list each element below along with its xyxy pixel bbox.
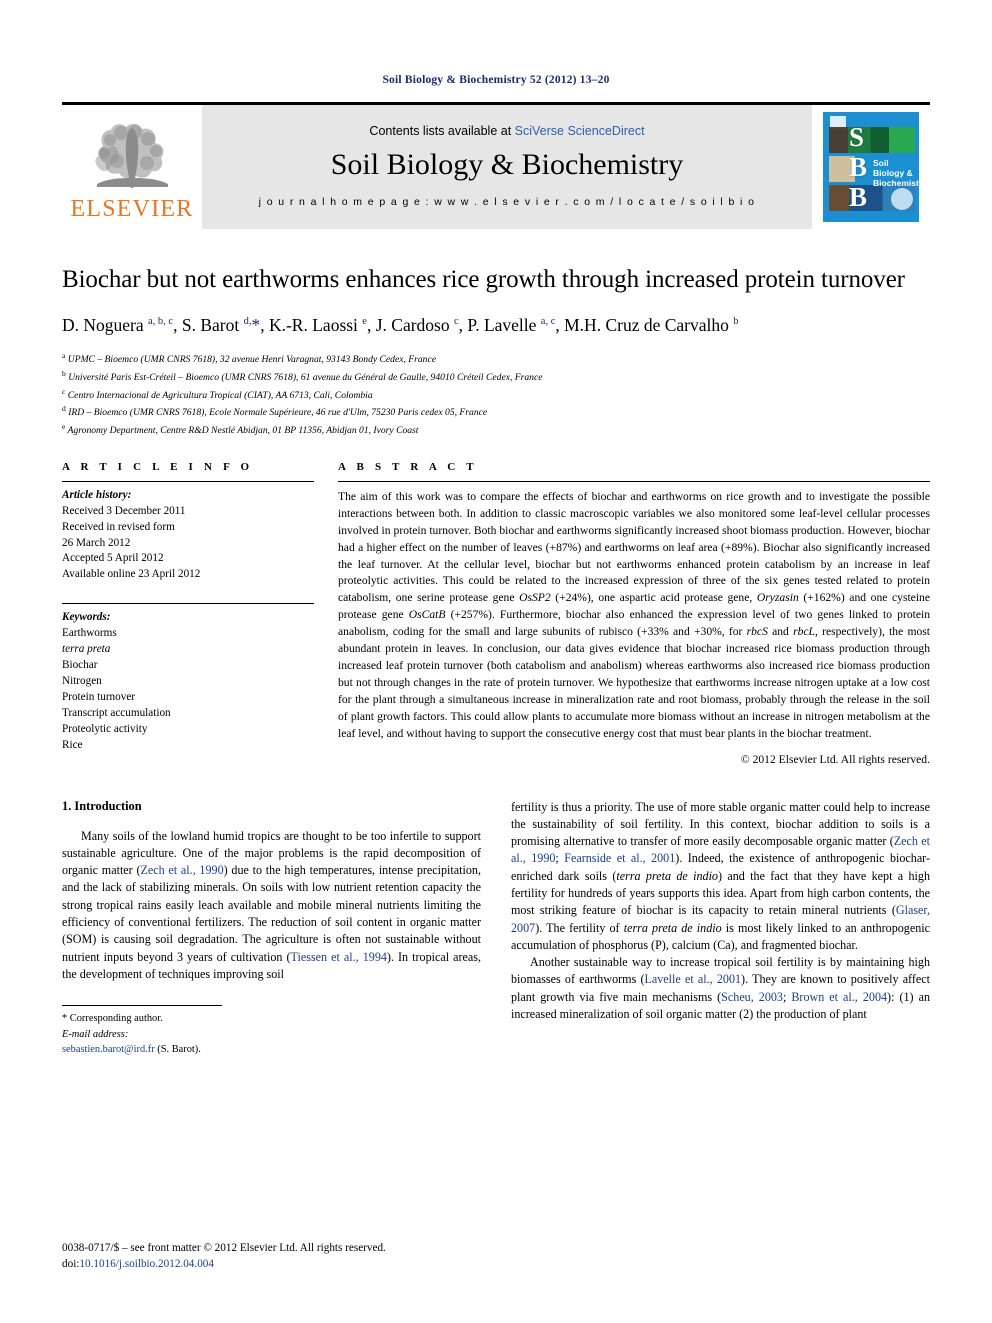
cover-title: Soil Biology & Biochemistry [873, 158, 919, 188]
keywords-block: Keywords: Earthworms terra preta Biochar… [62, 597, 314, 753]
intro-paragraph-right-2: Another sustainable way to increase trop… [511, 955, 930, 1021]
keyword-item: Biochar [62, 659, 98, 671]
abstract-column: A B S T R A C T The aim of this work was… [338, 461, 930, 769]
abstract-copyright: © 2012 Elsevier Ltd. All rights reserved… [740, 752, 930, 766]
journal-homepage[interactable]: j o u r n a l h o m e p a g e : w w w . … [202, 196, 812, 208]
affiliation-text: Université Paris Est-Créteil – Bioemco (… [68, 372, 543, 384]
history-item: Received 3 December 2011 [62, 504, 186, 517]
abstract-body: The aim of this work was to compare the … [338, 489, 930, 740]
corresponding-author-footnote: * Corresponding author. E-mail address: … [62, 1005, 222, 1058]
article-info-column: A R T I C L E I N F O Article history: R… [62, 461, 314, 769]
body-columns: 1. Introduction Many soils of the lowlan… [62, 799, 930, 1058]
cover-emblem-icon [891, 188, 913, 210]
body-column-right: fertility is thus a priority. The use of… [511, 799, 930, 1058]
elsevier-wordmark: ELSEVIER [70, 195, 194, 222]
journal-cover-thumbnail: SBB Soil Biology & Biochemistry [823, 112, 919, 222]
section-heading-introduction: 1. Introduction [62, 798, 142, 813]
sciencedirect-link[interactable]: SciVerse ScienceDirect [515, 124, 645, 138]
affiliation-marker: b [62, 368, 66, 378]
journal-title: Soil Biology & Biochemistry [330, 148, 684, 181]
keywords-body: Keywords: Earthworms terra preta Biochar… [62, 604, 314, 753]
history-item: Available online 23 April 2012 [62, 568, 201, 581]
cover-initials: SBB [849, 122, 868, 212]
keyword-item: Nitrogen [62, 674, 102, 687]
elsevier-tree-icon [95, 123, 168, 188]
abstract-heading: A B S T R A C T [338, 460, 478, 473]
keywords-label: Keywords: [62, 611, 111, 624]
paper-page: Soil Biology & Biochemistry 52 (2012) 13… [0, 0, 992, 1323]
info-abstract-row: A R T I C L E I N F O Article history: R… [62, 461, 930, 769]
elsevier-logo: ELSEVIER [68, 118, 196, 221]
intro-paragraph-right-1: fertility is thus a priority. The use of… [511, 799, 930, 952]
cover-strip-top [829, 127, 915, 153]
affiliation-marker: e [62, 422, 66, 432]
affiliation-text: Agronomy Department, Centre R&D Nestlé A… [67, 425, 419, 437]
keyword-item: terra preta [62, 643, 111, 656]
page-inner: Soil Biology & Biochemistry 52 (2012) 13… [62, 0, 930, 1058]
affiliation-text: IRD – Bioemco (UMR CNRS 7618), Ecole Nor… [68, 407, 488, 419]
affiliation-marker: c [62, 386, 66, 396]
publisher-logo-cell: ELSEVIER [62, 105, 202, 229]
issn-copyright-line: 0038-0717/$ – see front matter © 2012 El… [62, 1242, 386, 1254]
keyword-item: Transcript accumulation [62, 706, 171, 719]
affiliation-item: a UPMC – Bioemco (UMR CNRS 7618), 32 ave… [62, 350, 930, 368]
affiliation-text: Centro Internacional de Agricultura Trop… [67, 389, 373, 401]
article-info-heading: A R T I C L E I N F O [62, 460, 254, 473]
masthead-center: Contents lists available at SciVerse Sci… [202, 105, 812, 229]
keyword-item: Earthworms [62, 627, 117, 640]
keyword-item: Protein turnover [62, 690, 136, 703]
affiliation-list: a UPMC – Bioemco (UMR CNRS 7618), 32 ave… [62, 350, 930, 439]
history-item: Received in revised form [62, 520, 175, 533]
history-item: 26 March 2012 [62, 536, 131, 549]
affiliation-item: b Université Paris Est-Créteil – Bioemco… [62, 368, 930, 386]
contents-prefix: Contents lists available at [369, 124, 515, 138]
email-link[interactable]: sebastien.barot@ird.fr [62, 1044, 155, 1055]
affiliation-item: c Centro Internacional de Agricultura Tr… [62, 386, 930, 404]
article-history-block: Article history: Received 3 December 201… [62, 482, 314, 583]
page-footer: 0038-0717/$ – see front matter © 2012 El… [62, 1240, 482, 1273]
email-suffix: (S. Barot). [154, 1044, 201, 1056]
affiliation-text: UPMC – Bioemco (UMR CNRS 7618), 32 avenu… [67, 354, 436, 366]
keyword-item: Rice [62, 738, 83, 751]
journal-cover-cell: SBB Soil Biology & Biochemistry [812, 105, 930, 229]
title-block: Biochar but not earthworms enhances rice… [62, 265, 930, 439]
doi-link[interactable]: 10.1016/j.soilbio.2012.04.004 [79, 1258, 214, 1270]
affiliation-marker: d [62, 404, 66, 414]
history-item: Accepted 5 April 2012 [62, 552, 164, 565]
contents-line: Contents lists available at SciVerse Sci… [202, 124, 812, 138]
running-head: Soil Biology & Biochemistry 52 (2012) 13… [382, 74, 610, 86]
email-line: E-mail address: sebastien.barot@ird.fr (… [62, 1027, 222, 1058]
doi-label: doi: [62, 1258, 80, 1271]
affiliation-item: e Agronomy Department, Centre R&D Nestlé… [62, 421, 930, 439]
intro-paragraph-left: Many soils of the lowland humid tropics … [62, 828, 482, 981]
article-history-label: Article history: [62, 488, 132, 501]
doi-line: doi:10.1016/j.soilbio.2012.04.004 [62, 1256, 482, 1272]
affiliation-marker: a [62, 351, 66, 361]
affiliation-item: d IRD – Bioemco (UMR CNRS 7618), Ecole N… [62, 403, 930, 421]
body-column-left: 1. Introduction Many soils of the lowlan… [62, 799, 481, 1058]
journal-masthead: ELSEVIER Contents lists available at Sci… [62, 102, 930, 229]
page-title: Biochar but not earthworms enhances rice… [62, 266, 905, 293]
email-label: E-mail address: [62, 1028, 129, 1040]
author-list: D. Noguera a, b, c, S. Barot d,*, K.-R. … [62, 314, 739, 335]
keyword-item: Proteolytic activity [62, 722, 148, 735]
corresponding-author-note: * Corresponding author. [62, 1013, 163, 1025]
